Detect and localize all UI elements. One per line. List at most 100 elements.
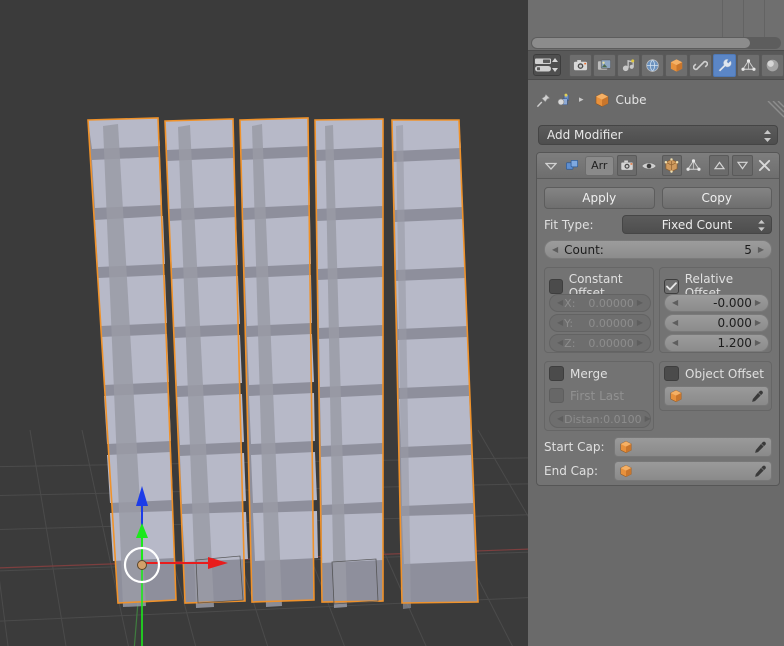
fit-type-value: Fixed Count bbox=[661, 217, 733, 232]
cube-icon bbox=[670, 58, 683, 72]
field-value: 0.00000 bbox=[588, 316, 634, 330]
move-down-icon[interactable] bbox=[732, 155, 753, 176]
tab-object[interactable] bbox=[665, 53, 688, 77]
constant-offset-checkbox[interactable] bbox=[549, 278, 563, 294]
property-tabs[interactable] bbox=[569, 53, 784, 77]
fit-type-dropdown[interactable]: Fixed Count bbox=[622, 215, 772, 234]
divider-line bbox=[743, 0, 744, 40]
upper-editor-strip bbox=[528, 0, 784, 50]
copy-button[interactable]: Copy bbox=[661, 187, 772, 209]
tab-constraints[interactable] bbox=[689, 53, 712, 77]
merge-distance-field[interactable]: ◀ Distan: 0.0100 ▶ bbox=[549, 410, 651, 428]
field-value: 1.200 bbox=[717, 336, 752, 350]
relative-offset-y-field[interactable]: ◀ 0.000 ▶ bbox=[664, 314, 769, 332]
edit-mode-display-icon[interactable] bbox=[661, 155, 682, 176]
fit-type-label: Fit Type: bbox=[544, 217, 594, 232]
constant-offset-y-field[interactable]: ◀ Y: 0.00000 ▶ bbox=[549, 314, 651, 332]
array-instance-4 bbox=[314, 118, 384, 608]
relative-offset-x-field[interactable]: ◀ -0.000 ▶ bbox=[664, 294, 769, 312]
render-visibility-icon[interactable] bbox=[616, 155, 638, 176]
array-instance-3 bbox=[239, 117, 318, 607]
increment-icon[interactable]: ▶ bbox=[755, 299, 761, 307]
modifier-name-field[interactable]: Arr bbox=[584, 155, 614, 176]
cube-icon[interactable] bbox=[594, 92, 610, 108]
start-cap-field[interactable] bbox=[614, 437, 772, 457]
editor-type-selector[interactable] bbox=[533, 54, 561, 76]
images-icon bbox=[597, 59, 611, 70]
increment-icon[interactable]: ▶ bbox=[645, 415, 651, 423]
properties-tab-bar[interactable] bbox=[528, 50, 784, 118]
camera-icon bbox=[573, 59, 588, 70]
constant-offset-group: Constant Offset ◀ X: 0.00000 ▶ ◀ Y: 0.00… bbox=[544, 267, 654, 353]
collapse-triangle-icon[interactable] bbox=[542, 156, 560, 175]
merge-checkbox[interactable] bbox=[549, 366, 564, 381]
constant-offset-z-field[interactable]: ◀ Z: 0.00000 ▶ bbox=[549, 334, 651, 352]
relative-offset-checkbox[interactable] bbox=[664, 278, 679, 294]
first-last-toggle-row[interactable]: First Last bbox=[549, 388, 624, 403]
editor-type-icon bbox=[535, 58, 558, 72]
tab-modifiers[interactable] bbox=[713, 53, 736, 77]
add-modifier-dropdown[interactable]: Add Modifier bbox=[538, 125, 778, 145]
eyedropper-icon[interactable] bbox=[751, 390, 764, 403]
array-modifier-icon bbox=[563, 156, 581, 175]
increment-icon[interactable]: ▶ bbox=[755, 339, 761, 347]
start-cap-label: Start Cap: bbox=[544, 440, 605, 454]
increment-icon[interactable]: ▶ bbox=[637, 299, 643, 307]
tab-object-data[interactable] bbox=[737, 53, 760, 77]
field-name: Z: bbox=[564, 336, 576, 350]
modifier-header[interactable]: Arr bbox=[537, 153, 779, 179]
viewport-visibility-icon[interactable] bbox=[640, 156, 658, 175]
increment-icon[interactable]: ▶ bbox=[758, 245, 764, 254]
merge-label: Merge bbox=[570, 366, 608, 381]
end-cap-label: End Cap: bbox=[544, 464, 599, 478]
dropdown-arrows-icon bbox=[763, 129, 772, 143]
properties-editor[interactable]: ▸ Cube Add Modifier Arr Apply Copy Fit T… bbox=[528, 0, 784, 646]
move-up-icon[interactable] bbox=[709, 155, 730, 176]
horizontal-scrollbar[interactable] bbox=[532, 38, 750, 48]
cube-icon bbox=[620, 441, 632, 453]
increment-icon[interactable]: ▶ bbox=[755, 319, 761, 327]
check-icon bbox=[665, 281, 677, 290]
breadcrumb[interactable]: ▸ Cube bbox=[528, 86, 784, 114]
end-cap-field[interactable] bbox=[614, 461, 772, 481]
tab-world[interactable] bbox=[641, 53, 664, 77]
field-value: -0.000 bbox=[713, 296, 752, 310]
apply-button[interactable]: Apply bbox=[544, 187, 655, 209]
tab-render[interactable] bbox=[569, 53, 592, 77]
object-offset-field[interactable] bbox=[664, 386, 769, 406]
tab-material[interactable] bbox=[761, 53, 784, 77]
fit-type-row[interactable]: Fit Type: Fixed Count bbox=[544, 215, 772, 234]
relative-offset-z-field[interactable]: ◀ 1.200 ▶ bbox=[664, 334, 769, 352]
count-field[interactable]: ◀ Count: 5 ▶ bbox=[544, 240, 772, 259]
viewport-canvas[interactable] bbox=[0, 0, 528, 646]
array-modifier-panel[interactable]: Arr Apply Copy Fit Type: Fixed Count ◀ C… bbox=[536, 152, 780, 486]
add-modifier-label: Add Modifier bbox=[547, 128, 623, 142]
delete-modifier-icon[interactable] bbox=[756, 156, 774, 175]
object-offset-toggle-row[interactable]: Object Offset bbox=[664, 366, 764, 381]
eyedropper-icon[interactable] bbox=[754, 441, 767, 454]
object-data-icon[interactable] bbox=[557, 93, 573, 108]
increment-icon[interactable]: ▶ bbox=[637, 319, 643, 327]
constant-offset-x-field[interactable]: ◀ X: 0.00000 ▶ bbox=[549, 294, 651, 312]
pin-icon[interactable] bbox=[536, 93, 551, 108]
on-cage-display-icon[interactable] bbox=[685, 156, 703, 175]
tab-render-layers[interactable] bbox=[593, 53, 616, 77]
first-last-label: First Last bbox=[570, 388, 625, 403]
first-last-checkbox[interactable] bbox=[549, 388, 564, 403]
cube-icon bbox=[620, 465, 632, 477]
field-value: 0.00000 bbox=[588, 296, 634, 310]
merge-toggle-row[interactable]: Merge bbox=[549, 366, 607, 381]
start-cap-row[interactable]: Start Cap: bbox=[544, 437, 772, 457]
apply-copy-row[interactable]: Apply Copy bbox=[544, 187, 772, 209]
scene-icon bbox=[622, 58, 635, 71]
end-cap-row[interactable]: End Cap: bbox=[544, 461, 772, 481]
eyedropper-icon[interactable] bbox=[754, 465, 767, 478]
3d-viewport[interactable] bbox=[0, 0, 528, 646]
wrench-icon bbox=[718, 58, 732, 72]
distance-label: Distan: bbox=[564, 412, 604, 426]
merge-group: Merge First Last ◀ Distan: 0.0100 ▶ bbox=[544, 361, 654, 431]
tab-scene[interactable] bbox=[617, 53, 640, 77]
object-offset-checkbox[interactable] bbox=[664, 366, 679, 381]
world-icon bbox=[646, 58, 659, 72]
increment-icon[interactable]: ▶ bbox=[637, 339, 643, 347]
